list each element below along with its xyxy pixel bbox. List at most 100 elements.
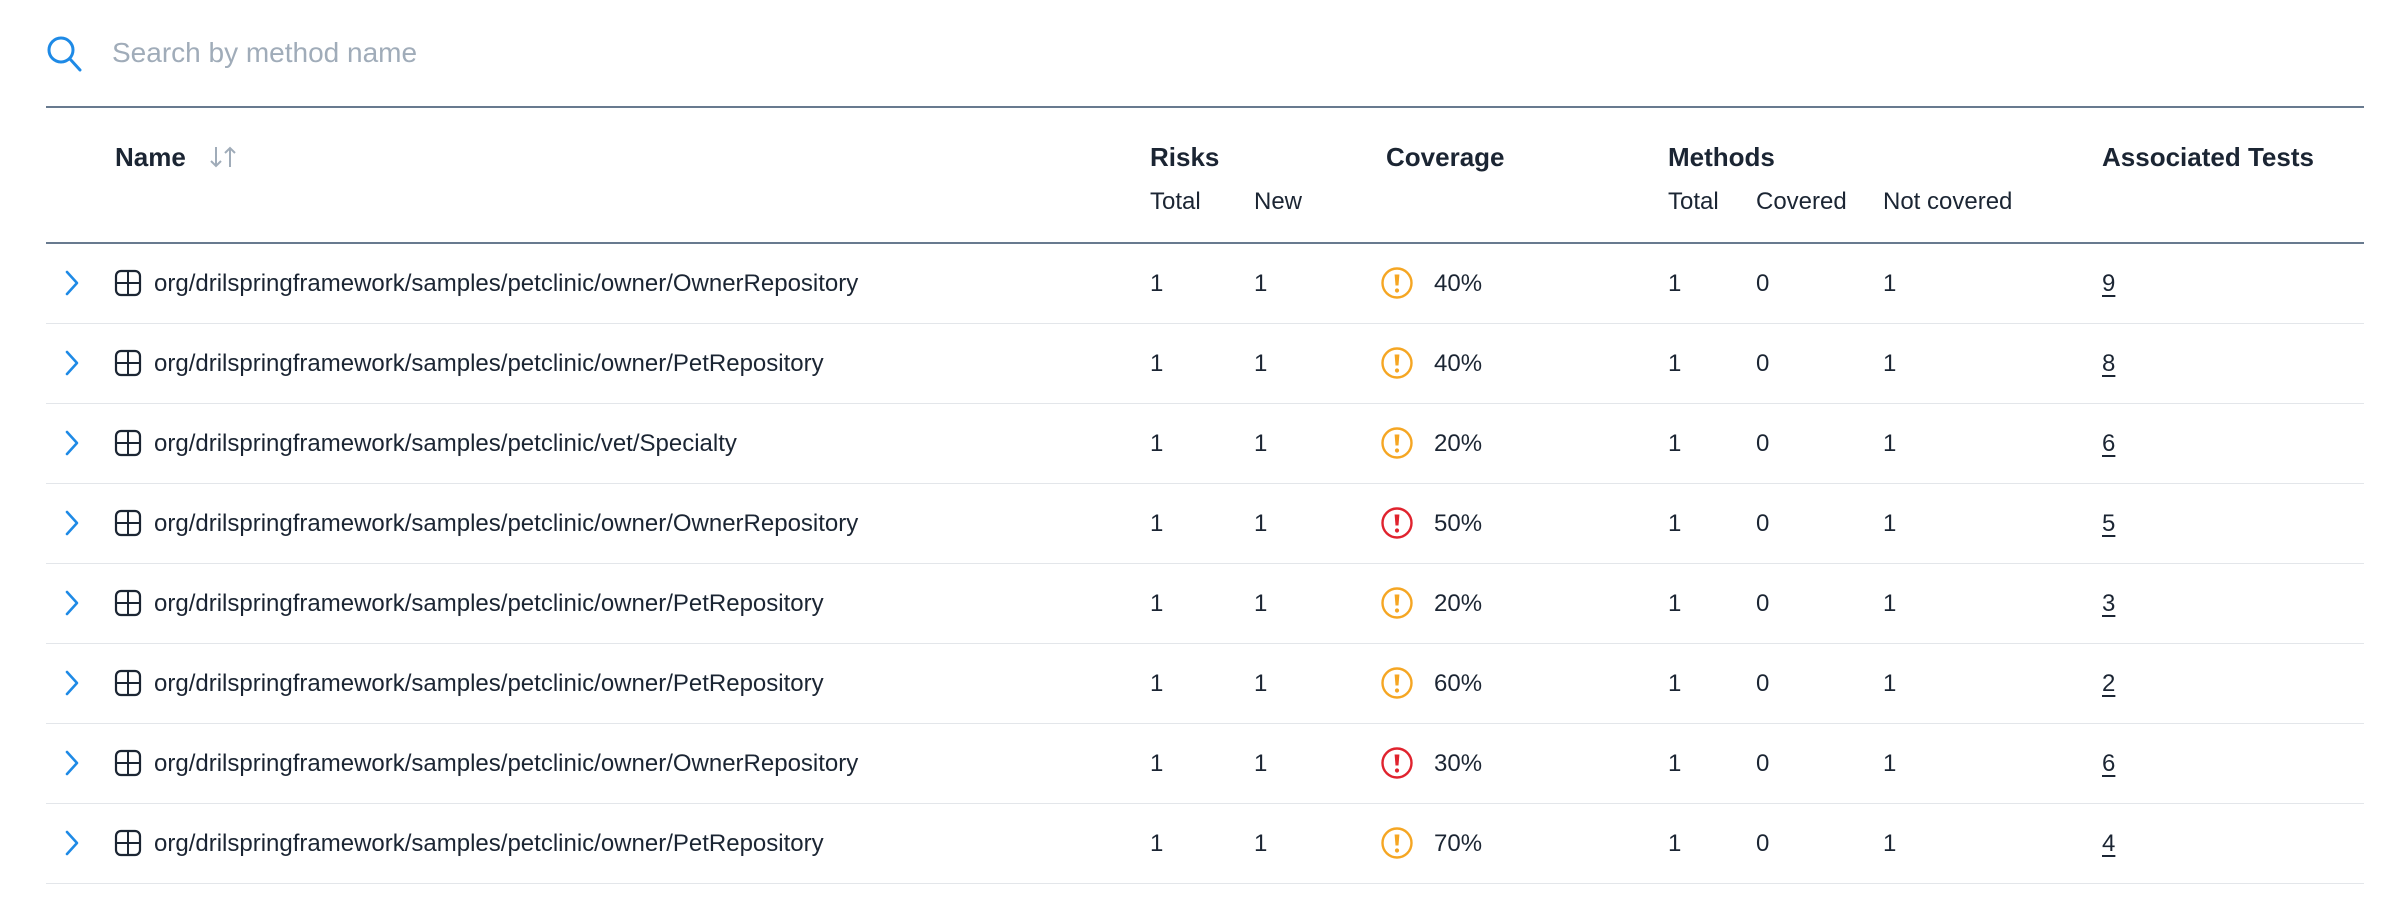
table-row[interactable]: org/drilspringframework/samples/petclini…	[46, 484, 2364, 564]
sort-icon[interactable]	[206, 144, 240, 170]
methods-total: 1	[1668, 510, 1682, 537]
methods-not-covered: 1	[1883, 350, 1897, 377]
table-row[interactable]: org/drilspringframework/samples/petclini…	[46, 804, 2364, 884]
warning-icon	[1381, 587, 1413, 619]
coverage-value: 40%	[1434, 350, 1483, 377]
risks-total: 1	[1150, 590, 1164, 617]
associated-tests-link[interactable]: 6	[2102, 750, 2115, 778]
methods-covered: 0	[1756, 750, 1770, 777]
class-icon	[114, 349, 142, 377]
chevron-right-icon[interactable]	[62, 428, 82, 458]
table-body: org/drilspringframework/samples/petclini…	[46, 244, 2364, 884]
risks-total: 1	[1150, 670, 1164, 697]
methods-covered: 0	[1756, 430, 1770, 457]
column-header-coverage: Coverage	[1386, 142, 1505, 172]
associated-tests-link[interactable]: 4	[2102, 830, 2115, 858]
associated-tests-link[interactable]: 9	[2102, 270, 2115, 298]
risks-total: 1	[1150, 830, 1164, 857]
associated-tests-link[interactable]: 6	[2102, 430, 2115, 458]
chevron-right-icon[interactable]	[62, 748, 82, 778]
methods-not-covered: 1	[1883, 750, 1897, 777]
column-header-name[interactable]: Name	[115, 142, 186, 173]
methods-covered: 0	[1756, 670, 1770, 697]
danger-icon	[1381, 507, 1413, 539]
methods-not-covered: 1	[1883, 830, 1897, 857]
methods-not-covered: 1	[1883, 510, 1897, 537]
column-header-methods-covered: Covered	[1756, 188, 1847, 215]
risks-new: 1	[1254, 750, 1268, 777]
associated-tests-link[interactable]: 3	[2102, 590, 2115, 618]
class-icon	[114, 589, 142, 617]
methods-total: 1	[1668, 350, 1682, 377]
class-icon	[114, 429, 142, 457]
methods-not-covered: 1	[1883, 590, 1897, 617]
risks-total: 1	[1150, 510, 1164, 537]
table-row[interactable]: org/drilspringframework/samples/petclini…	[46, 724, 2364, 804]
methods-not-covered: 1	[1883, 270, 1897, 297]
class-icon	[114, 269, 142, 297]
chevron-right-icon[interactable]	[62, 588, 82, 618]
warning-icon	[1381, 667, 1413, 699]
associated-tests-link[interactable]: 8	[2102, 350, 2115, 378]
table-row[interactable]: org/drilspringframework/samples/petclini…	[46, 564, 2364, 644]
methods-covered: 0	[1756, 510, 1770, 537]
methods-covered: 0	[1756, 270, 1770, 297]
risks-total: 1	[1150, 430, 1164, 457]
methods-total: 1	[1668, 270, 1682, 297]
methods-covered: 0	[1756, 830, 1770, 857]
class-icon	[114, 829, 142, 857]
methods-total: 1	[1668, 430, 1682, 457]
risks-new: 1	[1254, 270, 1268, 297]
class-icon	[114, 749, 142, 777]
column-header-methods-total: Total	[1668, 188, 1719, 215]
coverage-value: 60%	[1434, 670, 1483, 697]
classes-table: Name Risks Total New Coverage Methods To…	[46, 108, 2364, 884]
chevron-right-icon[interactable]	[62, 508, 82, 538]
table-row[interactable]: org/drilspringframework/samples/petclini…	[46, 324, 2364, 404]
methods-total: 1	[1668, 670, 1682, 697]
risks-total: 1	[1150, 750, 1164, 777]
column-header-risks: Risks	[1150, 142, 1220, 172]
coverage-value: 20%	[1434, 430, 1483, 457]
associated-tests-link[interactable]: 2	[2102, 670, 2115, 698]
coverage-value: 20%	[1434, 590, 1483, 617]
chevron-right-icon[interactable]	[62, 268, 82, 298]
methods-total: 1	[1668, 830, 1682, 857]
coverage-value: 40%	[1434, 270, 1483, 297]
risks-total: 1	[1150, 270, 1164, 297]
class-icon	[114, 669, 142, 697]
warning-icon	[1381, 827, 1413, 859]
class-name: org/drilspringframework/samples/petclini…	[154, 750, 859, 777]
column-header-risks-new: New	[1254, 188, 1303, 215]
associated-tests-link[interactable]: 5	[2102, 510, 2115, 538]
column-header-methods: Methods	[1668, 142, 1775, 172]
chevron-right-icon[interactable]	[62, 828, 82, 858]
risks-new: 1	[1254, 590, 1268, 617]
warning-icon	[1381, 347, 1413, 379]
methods-not-covered: 1	[1883, 670, 1897, 697]
chevron-right-icon[interactable]	[62, 348, 82, 378]
warning-icon	[1381, 427, 1413, 459]
coverage-value: 50%	[1434, 510, 1483, 537]
methods-not-covered: 1	[1883, 430, 1897, 457]
methods-total: 1	[1668, 590, 1682, 617]
risks-new: 1	[1254, 350, 1268, 377]
class-name: org/drilspringframework/samples/petclini…	[154, 590, 824, 617]
table-row[interactable]: org/drilspringframework/samples/petclini…	[46, 404, 2364, 484]
class-icon	[114, 509, 142, 537]
methods-total: 1	[1668, 750, 1682, 777]
table-row[interactable]: org/drilspringframework/samples/petclini…	[46, 244, 2364, 324]
class-name: org/drilspringframework/samples/petclini…	[154, 430, 737, 457]
table-header: Name Risks Total New Coverage Methods To…	[46, 108, 2364, 244]
column-header-methods-not-covered: Not covered	[1883, 188, 2013, 215]
class-name: org/drilspringframework/samples/petclini…	[154, 270, 859, 297]
column-header-associated-tests: Associated Tests	[2102, 142, 2314, 172]
search-input[interactable]	[112, 30, 1312, 76]
table-row[interactable]: org/drilspringframework/samples/petclini…	[46, 644, 2364, 724]
chevron-right-icon[interactable]	[62, 668, 82, 698]
risks-new: 1	[1254, 430, 1268, 457]
search-icon[interactable]	[46, 34, 82, 74]
class-name: org/drilspringframework/samples/petclini…	[154, 510, 859, 537]
methods-covered: 0	[1756, 590, 1770, 617]
coverage-value: 70%	[1434, 830, 1483, 857]
